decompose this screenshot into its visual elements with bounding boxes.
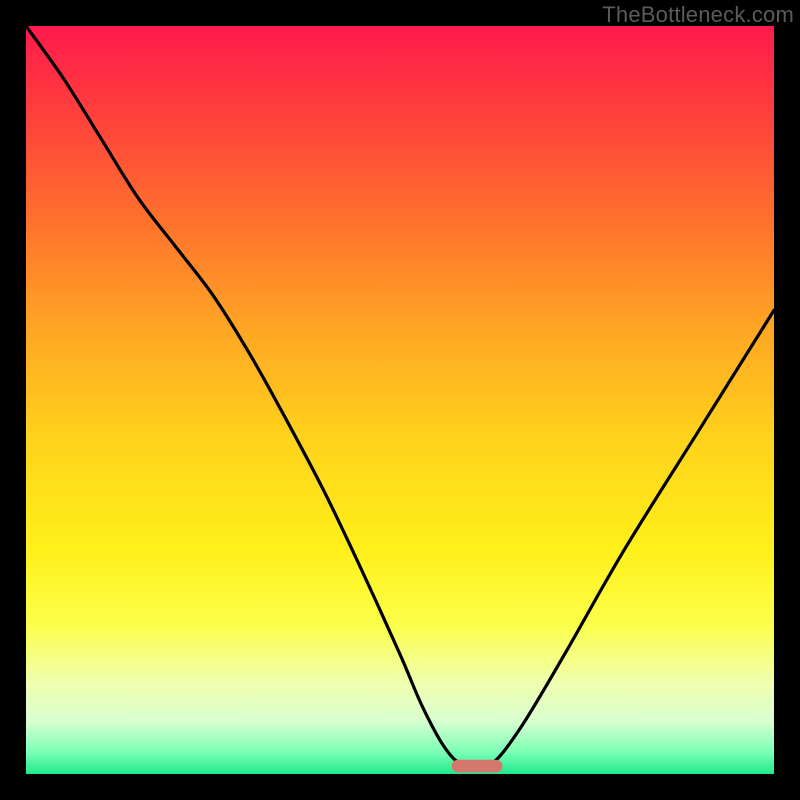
chart-frame (26, 26, 774, 774)
watermark-text: TheBottleneck.com (602, 2, 794, 28)
min-bar-marker (452, 760, 503, 773)
chart-background (26, 26, 774, 774)
chart-svg (26, 26, 774, 774)
